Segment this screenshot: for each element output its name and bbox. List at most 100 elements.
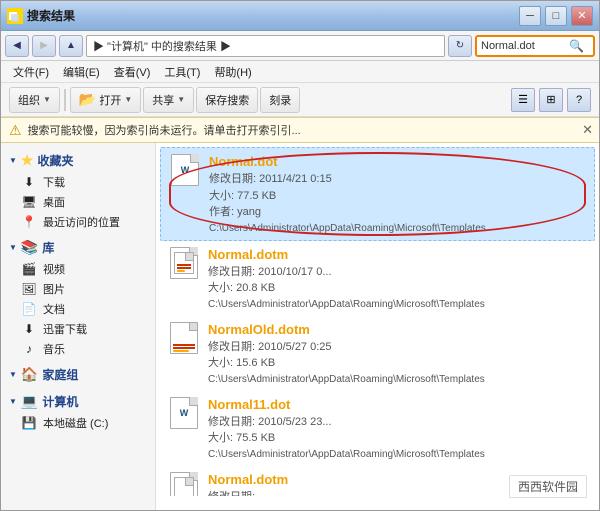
maximize-button[interactable]: □ — [545, 6, 567, 26]
file-info-3: Normal11.dot 修改日期: 2010/5/23 23... 大小: 7… — [208, 397, 587, 460]
library-icon: 📚 — [21, 239, 38, 256]
search-input[interactable] — [481, 40, 566, 52]
sidebar-item-thunder[interactable]: ⬇ 迅雷下载 — [1, 319, 155, 339]
file-path-3: C:\Users\Administrator\AppData\Roaming\M… — [208, 449, 587, 460]
main-content: ▼ ★ 收藏夹 ⬇ 下载 🖥 桌面 📍 最近访问的位置 — [1, 143, 599, 510]
sidebar-item-videos[interactable]: 🎬 视频 — [1, 259, 155, 279]
triangle-icon-2: ▼ — [9, 243, 17, 252]
file-item-2[interactable]: NormalOld.dotm 修改日期: 2010/5/27 0:25 大小: … — [160, 316, 595, 391]
recent-icon: 📍 — [21, 214, 37, 230]
address-bar: ◀ ▶ ▲ ▶ "计算机" 中的搜索结果 ▶ ↻ 🔍 — [1, 31, 599, 61]
title-bar: 搜索结果 ─ □ ✕ — [1, 1, 599, 31]
organize-button[interactable]: 组织 ▼ — [9, 87, 60, 113]
sidebar-section-favorites: ▼ ★ 收藏夹 ⬇ 下载 🖥 桌面 📍 最近访问的位置 — [1, 149, 155, 232]
file-name-0: Normal.dot — [209, 154, 586, 169]
thunder-icon: ⬇ — [21, 321, 37, 337]
main-window: 搜索结果 ─ □ ✕ ◀ ▶ ▲ ▶ "计算机" 中的搜索结果 ▶ ↻ 🔍 文件… — [0, 0, 600, 511]
title-bar-text: 搜索结果 — [27, 7, 515, 24]
toolbar-separator — [64, 89, 66, 111]
download-icon: ⬇ — [21, 174, 37, 190]
warning-text[interactable]: 搜索可能较慢，因为索引尚未运行。请单击打开索引引... — [28, 122, 301, 138]
menu-bar: 文件(F) 编辑(E) 查看(V) 工具(T) 帮助(H) — [1, 61, 599, 83]
file-path-0: C:\Users\Administrator\AppData\Roaming\M… — [209, 223, 586, 234]
search-icon[interactable]: 🔍 — [569, 39, 584, 53]
sidebar-section-library: ▼ 📚 库 🎬 视频 🖼 图片 📄 文档 ⬇ 迅 — [1, 236, 155, 359]
file-item-1[interactable]: Normal.dotm 修改日期: 2010/10/17 0... 大小: 20… — [160, 241, 595, 316]
sidebar-section-header-computer[interactable]: ▼ 💻 计算机 — [1, 390, 155, 413]
view-list-button[interactable]: ☰ — [511, 88, 535, 112]
drive-icon: 💾 — [21, 415, 37, 431]
file-name-2: NormalOld.dotm — [208, 322, 587, 337]
file-icon-1 — [168, 247, 200, 279]
file-list: W Normal.dot 修改日期: 2011/4/21 0:15 大小: 77… — [156, 143, 599, 510]
sidebar-item-downloads[interactable]: ⬇ 下载 — [1, 172, 155, 192]
toolbar: 组织 ▼ 📂 打开 ▼ 共享 ▼ 保存搜索 刻录 ☰ ⊞ ? — [1, 83, 599, 117]
documents-icon: 📄 — [21, 301, 37, 317]
file-meta-2: 修改日期: 2010/5/27 0:25 大小: 15.6 KB — [208, 339, 587, 372]
file-path-2: C:\Users\Administrator\AppData\Roaming\M… — [208, 374, 587, 385]
star-icon: ★ — [21, 152, 34, 169]
up-button[interactable]: ▲ — [59, 35, 83, 57]
sidebar-section-header-library[interactable]: ▼ 📚 库 — [1, 236, 155, 259]
menu-view[interactable]: 查看(V) — [108, 62, 157, 82]
open-button[interactable]: 📂 打开 ▼ — [70, 87, 141, 113]
sidebar-item-cdrive[interactable]: 💾 本地磁盘 (C:) — [1, 413, 155, 433]
computer-icon: 💻 — [21, 393, 38, 410]
warning-close-button[interactable]: ✕ — [582, 122, 593, 138]
pictures-icon: 🖼 — [21, 281, 37, 297]
share-button[interactable]: 共享 ▼ — [143, 87, 194, 113]
menu-help[interactable]: 帮助(H) — [208, 62, 257, 82]
search-box: 🔍 — [475, 35, 595, 57]
save-search-button[interactable]: 保存搜索 — [196, 87, 258, 113]
address-path[interactable]: ▶ "计算机" 中的搜索结果 ▶ — [86, 35, 445, 57]
file-icon-2 — [168, 322, 200, 354]
file-meta-3: 修改日期: 2010/5/23 23... 大小: 75.5 KB — [208, 414, 587, 447]
burn-button[interactable]: 刻录 — [260, 87, 300, 113]
minimize-button[interactable]: ─ — [519, 6, 541, 26]
watermark: 西西软件园 — [509, 475, 587, 498]
file-icon-0: W — [169, 154, 201, 186]
path-text: ▶ "计算机" 中的搜索结果 ▶ — [93, 38, 231, 54]
toolbar-right: ☰ ⊞ ? — [511, 88, 591, 112]
sidebar-section-header-homegroup[interactable]: ▼ 🏠 家庭组 — [1, 363, 155, 386]
menu-tools[interactable]: 工具(T) — [158, 62, 206, 82]
file-name-3: Normal11.dot — [208, 397, 587, 412]
file-icon-3: W — [168, 397, 200, 429]
warning-icon: ⚠ — [9, 122, 22, 139]
sidebar-section-computer: ▼ 💻 计算机 💾 本地磁盘 (C:) — [1, 390, 155, 433]
file-info-1: Normal.dotm 修改日期: 2010/10/17 0... 大小: 20… — [208, 247, 587, 310]
forward-button[interactable]: ▶ — [32, 35, 56, 57]
file-name-1: Normal.dotm — [208, 247, 587, 262]
warning-bar: ⚠ 搜索可能较慢，因为索引尚未运行。请单击打开索引引... ✕ — [1, 117, 599, 143]
file-icon-4 — [168, 472, 200, 496]
sidebar: ▼ ★ 收藏夹 ⬇ 下载 🖥 桌面 📍 最近访问的位置 — [1, 143, 156, 510]
triangle-icon-3: ▼ — [9, 370, 17, 379]
file-meta-0: 修改日期: 2011/4/21 0:15 大小: 77.5 KB 作者: yan… — [209, 171, 586, 221]
sidebar-item-music[interactable]: ♪ 音乐 — [1, 339, 155, 359]
triangle-icon: ▼ — [9, 156, 17, 165]
homegroup-icon: 🏠 — [21, 366, 38, 383]
file-meta-1: 修改日期: 2010/10/17 0... 大小: 20.8 KB — [208, 264, 587, 297]
back-button[interactable]: ◀ — [5, 35, 29, 57]
music-icon: ♪ — [21, 341, 37, 357]
refresh-button[interactable]: ↻ — [448, 35, 472, 57]
file-info-2: NormalOld.dotm 修改日期: 2010/5/27 0:25 大小: … — [208, 322, 587, 385]
menu-edit[interactable]: 编辑(E) — [57, 62, 106, 82]
triangle-icon-4: ▼ — [9, 397, 17, 406]
sidebar-item-documents[interactable]: 📄 文档 — [1, 299, 155, 319]
file-path-1: C:\Users\Administrator\AppData\Roaming\M… — [208, 299, 587, 310]
close-button[interactable]: ✕ — [571, 6, 593, 26]
view-grid-button[interactable]: ⊞ — [539, 88, 563, 112]
sidebar-item-pictures[interactable]: 🖼 图片 — [1, 279, 155, 299]
file-item-0[interactable]: W Normal.dot 修改日期: 2011/4/21 0:15 大小: 77… — [160, 147, 595, 241]
window-icon — [7, 8, 23, 24]
menu-file[interactable]: 文件(F) — [7, 62, 55, 82]
sidebar-item-desktop[interactable]: 🖥 桌面 — [1, 192, 155, 212]
sidebar-item-recent[interactable]: 📍 最近访问的位置 — [1, 212, 155, 232]
file-item-3[interactable]: W Normal11.dot 修改日期: 2010/5/23 23... 大小:… — [160, 391, 595, 466]
help-button[interactable]: ? — [567, 88, 591, 112]
desktop-icon: 🖥 — [21, 194, 37, 210]
video-icon: 🎬 — [21, 261, 37, 277]
sidebar-section-homegroup: ▼ 🏠 家庭组 — [1, 363, 155, 386]
sidebar-section-header-favorites[interactable]: ▼ ★ 收藏夹 — [1, 149, 155, 172]
